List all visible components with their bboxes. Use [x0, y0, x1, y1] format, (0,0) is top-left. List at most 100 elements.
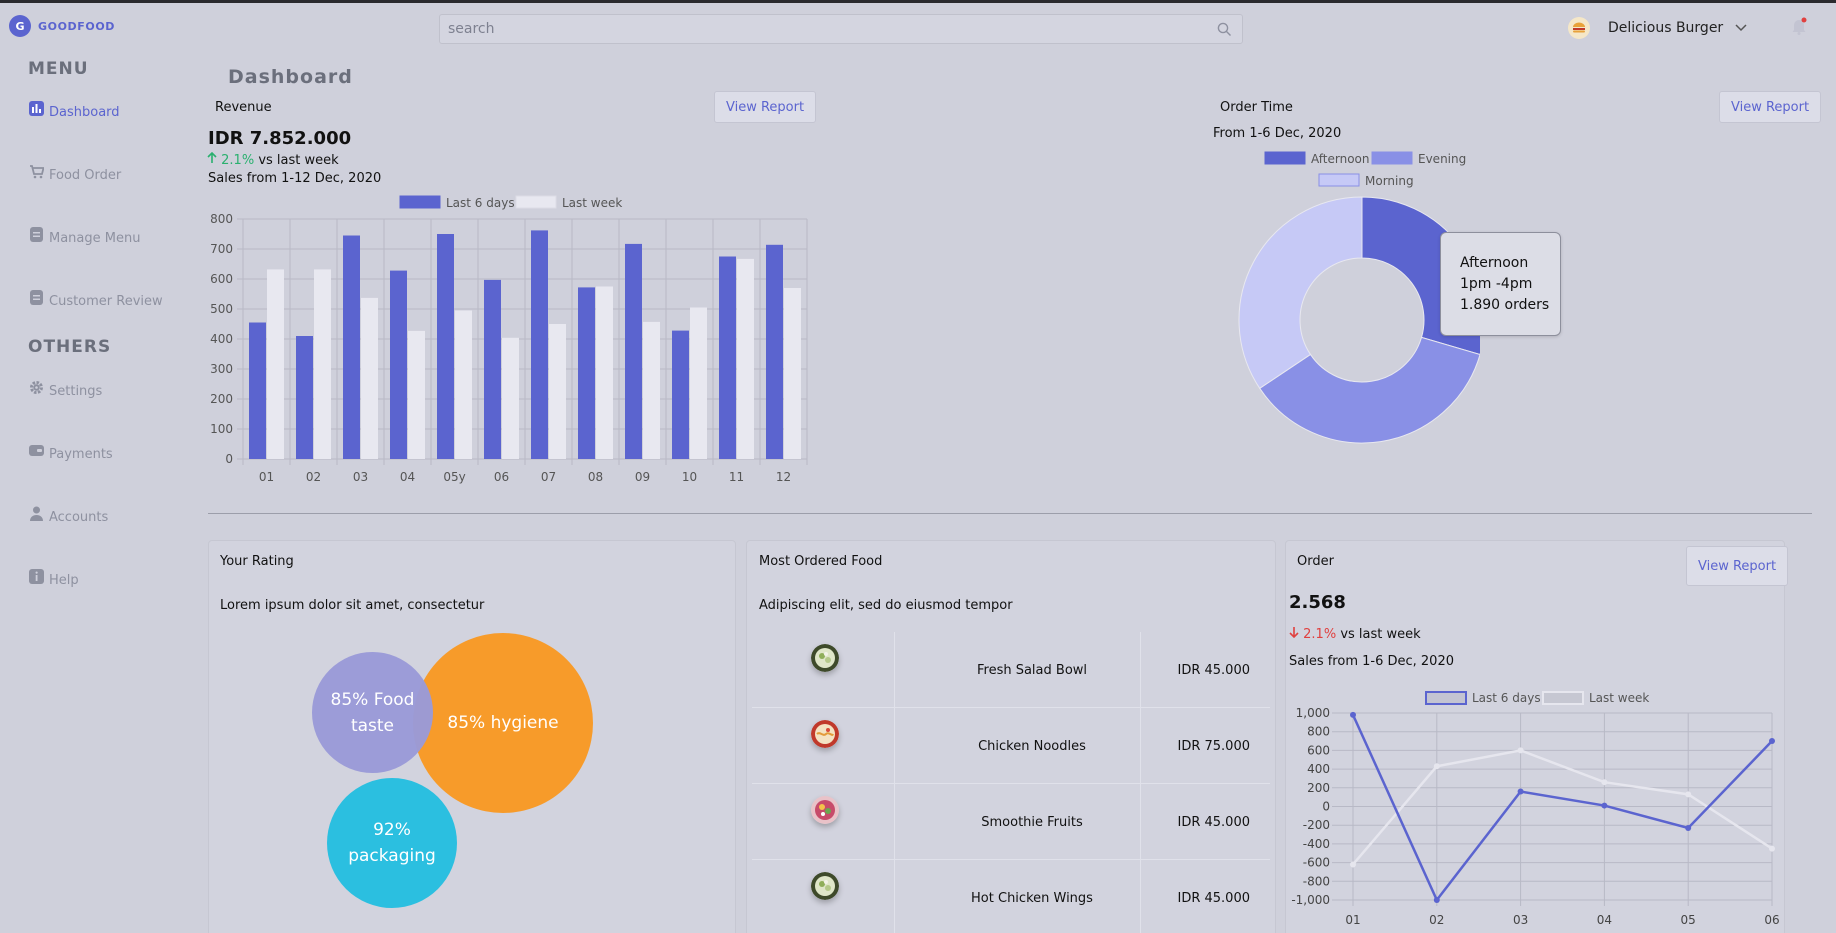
- bar: [719, 256, 736, 459]
- order-subtitle: Sales from 1-6 Dec, 2020: [1289, 654, 1454, 669]
- app-name: GOODFOOD: [38, 19, 116, 33]
- sidebar-item-label: Help: [49, 573, 79, 588]
- y-tick-label: -800: [1303, 874, 1330, 888]
- info-icon: [29, 569, 44, 584]
- revenue-view-report-button[interactable]: View Report: [714, 91, 817, 123]
- food-list-item[interactable]: Smoothie Fruits IDR 45.000: [752, 784, 1270, 860]
- app-logo[interactable]: G GOODFOOD: [9, 15, 115, 37]
- bar: [625, 243, 642, 459]
- sidebar-item-help[interactable]: Help: [29, 569, 79, 588]
- order-title: Order: [1297, 554, 1334, 569]
- bar: [249, 322, 266, 459]
- user-menu[interactable]: Delicious Burger: [1568, 17, 1747, 39]
- bar: [549, 324, 566, 459]
- bell-icon[interactable]: [1791, 17, 1807, 35]
- legend-label: Last 6 days: [1472, 691, 1541, 705]
- sidebar-item-label: Dashboard: [49, 105, 120, 120]
- food-list-item[interactable]: Chicken Noodles IDR 75.000: [752, 708, 1270, 784]
- x-tick-label: 05y: [443, 470, 465, 484]
- data-point: [1769, 845, 1775, 852]
- x-tick-label: 04: [400, 470, 415, 484]
- x-tick-label: 07: [541, 470, 556, 484]
- sidebar-item-label: Accounts: [49, 510, 109, 525]
- sidebar-item-label: Manage Menu: [49, 231, 141, 246]
- food-list-item[interactable]: Fresh Salad Bowl IDR 45.000: [752, 632, 1270, 708]
- data-point: [1601, 802, 1608, 809]
- legend-swatch: [399, 195, 441, 209]
- food-list-item[interactable]: Hot Chicken Wings IDR 45.000: [752, 860, 1270, 933]
- x-tick-label: 02: [1429, 913, 1444, 927]
- data-point: [1350, 861, 1356, 868]
- rating-subtitle: Lorem ipsum dolor sit amet, consectetur: [220, 598, 485, 613]
- search-bar[interactable]: [439, 14, 1243, 44]
- order-view-report-button[interactable]: View Report: [1686, 546, 1789, 586]
- food-price: IDR 75.000: [1177, 739, 1251, 754]
- order-amount: 2.568: [1289, 592, 1346, 613]
- x-tick-label: 01: [1345, 913, 1360, 927]
- legend-label: Last week: [1589, 691, 1649, 705]
- revenue-delta: 2.1% vs last week: [207, 151, 339, 168]
- smoothie-image: [811, 796, 839, 824]
- chart-tooltip: Afternoon 1pm -4pm 1.890 orders: [1440, 232, 1561, 336]
- data-point: [1517, 788, 1524, 795]
- sidebar-item-label: Settings: [49, 384, 103, 399]
- cart-icon: [30, 165, 44, 179]
- data-point: [1433, 897, 1440, 903]
- sidebar-item-dashboard[interactable]: Dashboard: [29, 101, 120, 120]
- sidebar-item-settings[interactable]: Settings: [29, 381, 103, 399]
- y-tick-label: 400: [210, 332, 233, 346]
- legend-swatch: [1425, 691, 1467, 705]
- sidebar-item-customer-review[interactable]: Customer Review: [29, 290, 163, 309]
- user-icon: [30, 506, 43, 521]
- arrow-down-icon: [1289, 627, 1299, 639]
- bar: [267, 269, 284, 459]
- bar: [390, 270, 407, 459]
- bar: [672, 330, 689, 459]
- section-divider: [208, 513, 1812, 514]
- rating-bubble-hygiene: 85% hygiene: [413, 633, 593, 813]
- avatar: [1568, 17, 1590, 39]
- y-tick-label: 200: [210, 392, 233, 406]
- y-tick-label: -1,000: [1291, 893, 1330, 907]
- y-tick-label: 600: [1307, 743, 1330, 757]
- chart-icon: [29, 101, 44, 116]
- sidebar: G GOODFOOD MENU Dashboard Food Order Man…: [0, 3, 200, 933]
- order-time-view-report-button[interactable]: View Report: [1719, 91, 1822, 123]
- sidebar-item-accounts[interactable]: Accounts: [29, 506, 109, 525]
- sidebar-item-food-order[interactable]: Food Order: [29, 165, 122, 183]
- tooltip-time: 1pm -4pm: [1460, 276, 1533, 292]
- menu-heading: MENU: [28, 59, 89, 79]
- search-icon[interactable]: [1217, 22, 1232, 37]
- most-ordered-subtitle: Adipiscing elit, sed do eiusmod tempor: [759, 598, 1013, 613]
- legend-swatch: [1542, 691, 1584, 705]
- x-tick-label: 06: [1764, 913, 1779, 927]
- bar: [455, 310, 472, 459]
- order-line-chart: Last 6 days Last week 1,000 800 600 400 200 0 -2…: [1291, 691, 1780, 927]
- others-heading: OTHERS: [28, 337, 112, 357]
- sidebar-item-label: Customer Review: [49, 294, 163, 309]
- column-separator: [894, 632, 895, 708]
- legend-label: Afternoon: [1311, 152, 1370, 166]
- data-point: [1601, 779, 1608, 786]
- food-name: Fresh Salad Bowl: [976, 663, 1088, 678]
- sidebar-item-payments[interactable]: Payments: [29, 445, 113, 462]
- document-icon: [30, 290, 43, 305]
- y-tick-label: -600: [1303, 856, 1330, 870]
- donut-slice: [1238, 196, 1363, 390]
- sidebar-item-label: Food Order: [49, 168, 122, 183]
- y-tick-label: 800: [210, 212, 233, 226]
- x-tick-label: 10: [682, 470, 697, 484]
- data-point: [1350, 711, 1356, 718]
- search-input[interactable]: [440, 15, 1200, 43]
- data-point: [1433, 763, 1440, 770]
- legend-swatch: [1371, 151, 1413, 165]
- column-separator: [894, 784, 895, 860]
- revenue-amount: IDR 7.852.000: [208, 128, 352, 149]
- y-tick-label: 800: [1307, 725, 1330, 739]
- food-name: Smoothie Fruits: [981, 815, 1083, 830]
- x-tick-label: 11: [729, 470, 744, 484]
- order-time-title: Order Time: [1220, 100, 1293, 115]
- sidebar-item-label: Payments: [49, 447, 113, 462]
- sidebar-item-manage-menu[interactable]: Manage Menu: [29, 227, 141, 246]
- y-tick-label: 600: [210, 272, 233, 286]
